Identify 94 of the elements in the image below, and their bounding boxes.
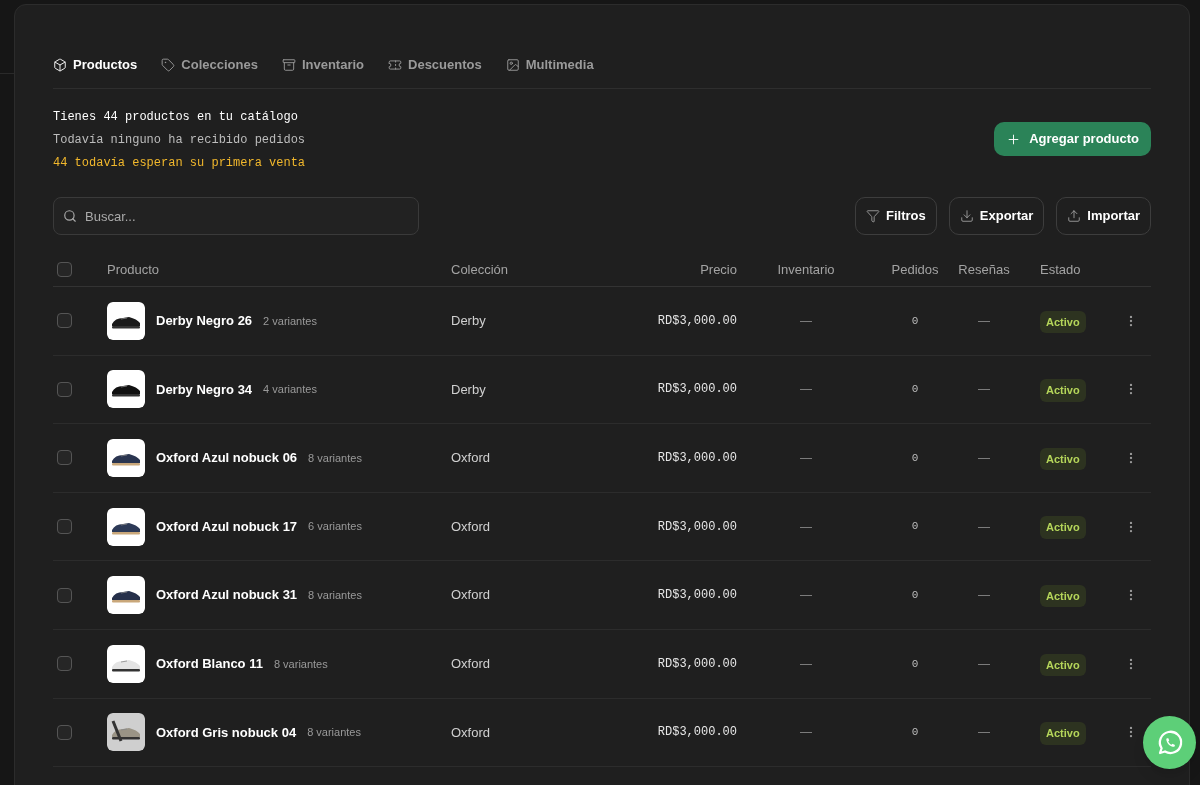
inventory-cell-text: — bbox=[800, 587, 812, 605]
collection-cell-text: Oxford bbox=[451, 723, 490, 742]
orders-cell-text: 0 bbox=[911, 313, 919, 329]
price-cell-text: RD$3,000.00 bbox=[657, 724, 737, 742]
status-badge: Activo bbox=[1040, 653, 1086, 676]
tab[interactable]: Multimedia bbox=[505, 55, 594, 75]
inventory-cell-text: — bbox=[800, 655, 812, 673]
column-header: Producto bbox=[107, 260, 160, 279]
box-icon bbox=[53, 58, 67, 72]
collection-cell-text: Oxford bbox=[451, 586, 490, 605]
status-badge: Activo bbox=[1040, 516, 1086, 539]
image-icon bbox=[505, 58, 520, 72]
price-cell-text: RD$3,000.00 bbox=[657, 450, 737, 467]
product-name[interactable]: Oxford Azul nobuck 06 bbox=[156, 448, 298, 468]
tag-icon bbox=[161, 58, 176, 72]
search-icon bbox=[63, 209, 77, 223]
archive-icon bbox=[281, 58, 296, 72]
toolbar-button[interactable]: Exportar bbox=[948, 197, 1045, 235]
price-cell-text: RD$3,000.00 bbox=[657, 655, 737, 673]
orders-cell-text: 0 bbox=[911, 587, 919, 603]
reviews-cell-text: — bbox=[978, 587, 990, 605]
orders-cell-text: 0 bbox=[911, 519, 919, 535]
tab[interactable]: Productos bbox=[53, 55, 138, 75]
price-cell-text: RD$3,000.00 bbox=[657, 587, 737, 605]
price-cell-text: RD$3,000.00 bbox=[657, 518, 737, 536]
tab[interactable]: Descuentos bbox=[388, 55, 482, 75]
orders-cell-text: 0 bbox=[911, 450, 919, 466]
collection-cell-text: Oxford bbox=[451, 449, 490, 468]
add-product-button[interactable]: Agregar producto bbox=[994, 122, 1151, 156]
inventory-cell-text: — bbox=[800, 381, 812, 399]
status-badge: Activo bbox=[1040, 584, 1086, 608]
checkbox[interactable] bbox=[57, 450, 72, 466]
inventory-cell-text: — bbox=[800, 518, 812, 536]
orders-cell-text: 0 bbox=[911, 725, 919, 741]
inventory-cell-text: — bbox=[800, 724, 812, 742]
download-icon bbox=[959, 209, 974, 223]
variant-count: 4 variantes bbox=[263, 382, 317, 398]
variant-count: 8 variantes bbox=[308, 450, 362, 466]
status-badge: Activo bbox=[1040, 447, 1086, 471]
filter-icon bbox=[866, 209, 881, 223]
product-name[interactable]: Oxford Azul nobuck 17 bbox=[156, 516, 298, 537]
checkbox[interactable] bbox=[57, 724, 72, 740]
ticket-icon bbox=[388, 58, 402, 72]
checkbox[interactable] bbox=[57, 313, 72, 329]
product-name[interactable]: Derby Negro 26 bbox=[156, 311, 253, 331]
search-field[interactable]: Buscar... bbox=[53, 197, 419, 235]
variant-count: 8 variantes bbox=[273, 656, 328, 672]
product-name[interactable]: Oxford Azul nobuck 31 bbox=[156, 585, 298, 605]
toolbar-button[interactable]: Filtros bbox=[855, 197, 937, 235]
collection-cell-text: Derby bbox=[451, 312, 486, 331]
checkbox[interactable] bbox=[57, 519, 72, 535]
column-header: Estado bbox=[1039, 260, 1081, 279]
variant-count: 8 variantes bbox=[308, 587, 362, 603]
checkbox[interactable] bbox=[57, 656, 72, 672]
inventory-cell-text: — bbox=[800, 450, 812, 467]
reviews-cell-text: — bbox=[978, 518, 990, 536]
inventory-cell-text: — bbox=[800, 312, 812, 330]
price-cell-text: RD$3,000.00 bbox=[657, 312, 737, 330]
tab[interactable]: Colecciones bbox=[161, 55, 258, 75]
checkbox[interactable] bbox=[57, 381, 72, 397]
pending-sales-text: 44 todavía esperan su primera venta bbox=[53, 155, 306, 172]
orders-cell-text: 0 bbox=[911, 656, 919, 672]
reviews-cell-text: — bbox=[978, 450, 990, 467]
tab[interactable]: Inventario bbox=[281, 55, 364, 75]
status-badge: Activo bbox=[1040, 379, 1086, 402]
variant-count: 8 variantes bbox=[307, 725, 361, 741]
orders-cell-text: 0 bbox=[911, 382, 919, 398]
column-header: Colección bbox=[451, 260, 509, 279]
variant-count: 6 variantes bbox=[308, 519, 362, 535]
column-header: Pedidos bbox=[891, 260, 939, 279]
reviews-cell-text: — bbox=[978, 655, 990, 673]
orders-text: Todavía ninguno ha recibido pedidos bbox=[53, 132, 306, 149]
collection-cell-text: Oxford bbox=[451, 517, 490, 536]
product-name[interactable]: Oxford Blanco 11 bbox=[156, 654, 263, 674]
variant-count: 2 variantes bbox=[263, 313, 317, 329]
product-count-text: Tienes 44 productos en tu catálogo bbox=[53, 109, 299, 126]
status-badge: Activo bbox=[1040, 722, 1086, 745]
reviews-cell-text: — bbox=[978, 381, 990, 399]
plus-icon bbox=[1006, 131, 1022, 147]
product-name[interactable]: Derby Negro 34 bbox=[156, 379, 253, 400]
toolbar-button[interactable]: Importar bbox=[1056, 197, 1151, 235]
upload-icon bbox=[1067, 209, 1082, 223]
column-header: Reseñas bbox=[958, 260, 1010, 279]
status-badge: Activo bbox=[1040, 310, 1086, 334]
product-name[interactable]: Oxford Gris nobuck 04 bbox=[156, 722, 297, 743]
reviews-cell-text: — bbox=[978, 312, 990, 330]
reviews-cell-text: — bbox=[978, 724, 990, 742]
collection-cell-text: Derby bbox=[451, 380, 486, 399]
column-header: Precio bbox=[700, 260, 737, 279]
collection-cell-text: Oxford bbox=[451, 655, 490, 673]
checkbox[interactable] bbox=[57, 587, 72, 603]
column-header: Inventario bbox=[777, 260, 835, 279]
checkbox[interactable] bbox=[57, 262, 72, 277]
price-cell-text: RD$3,000.00 bbox=[657, 381, 737, 399]
